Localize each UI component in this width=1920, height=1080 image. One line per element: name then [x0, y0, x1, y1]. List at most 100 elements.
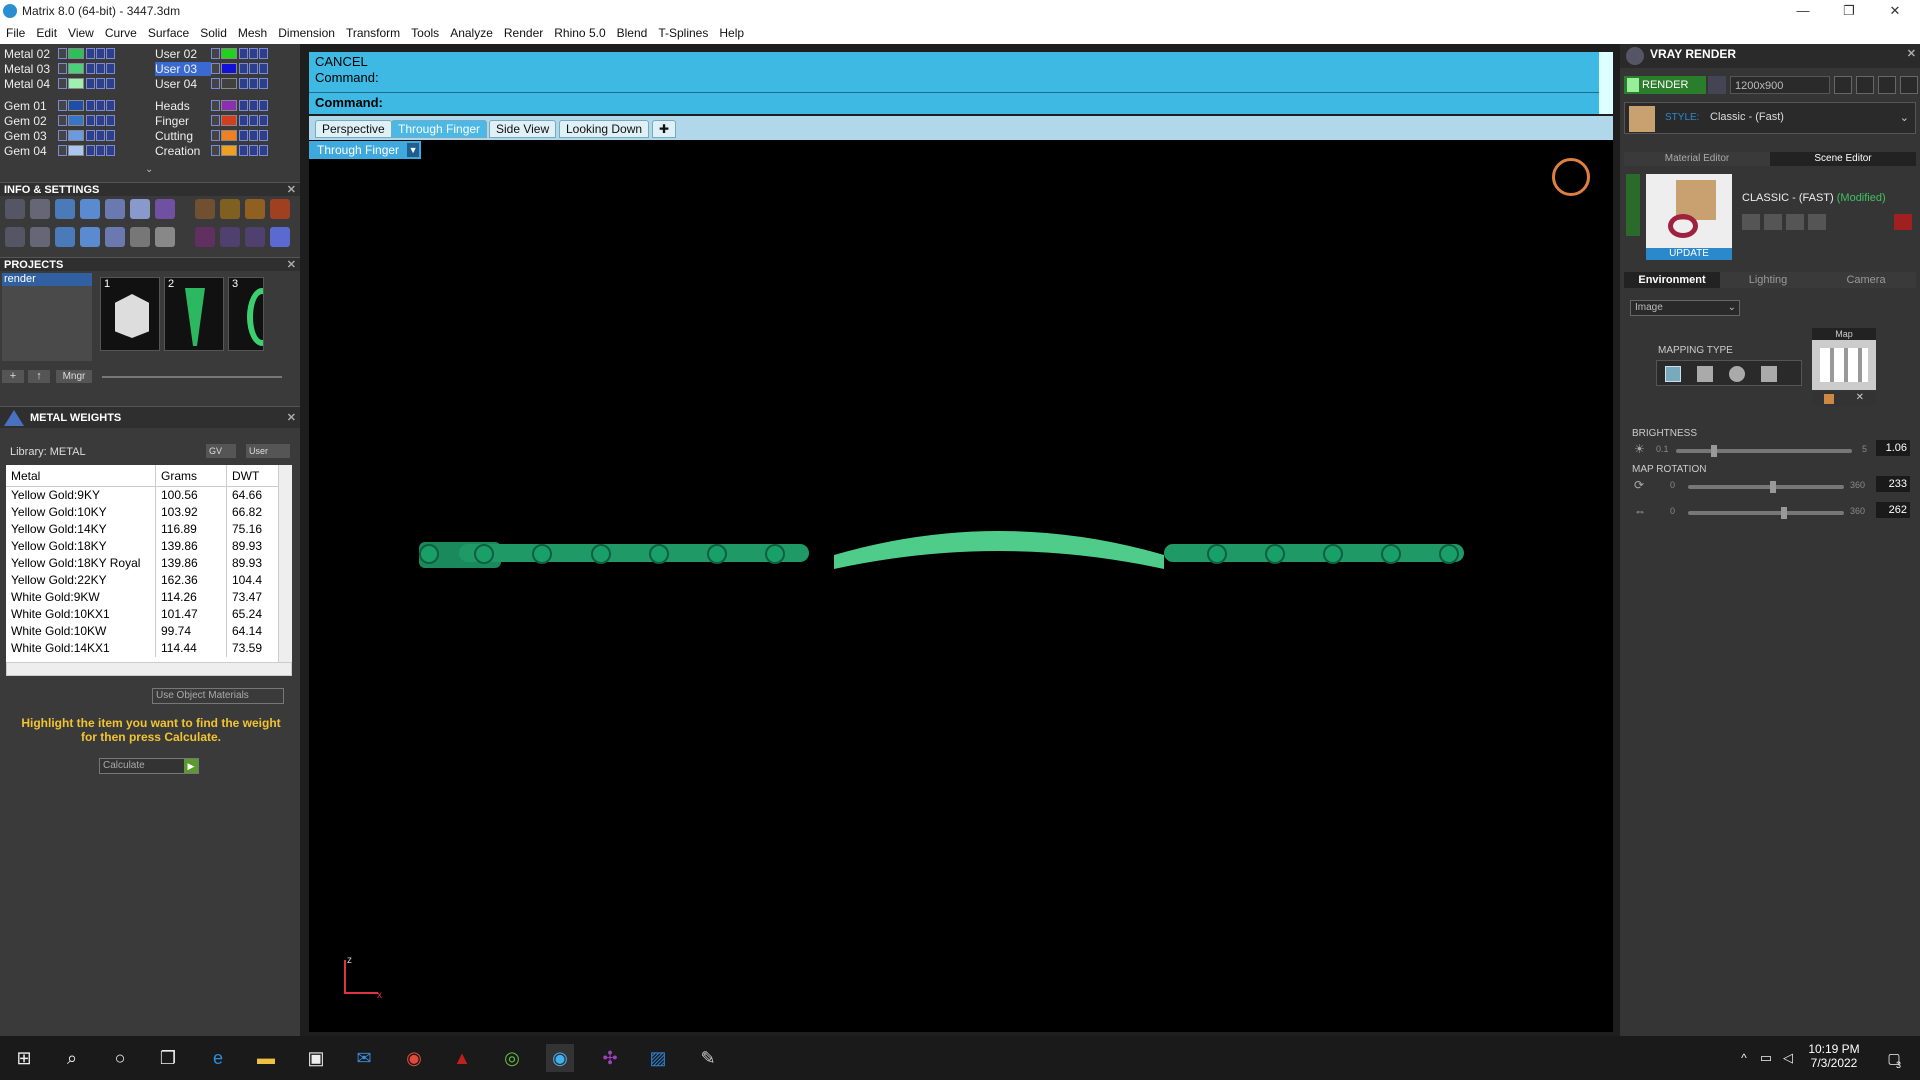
table-scrollbar[interactable] — [278, 465, 292, 662]
table-row[interactable]: Yellow Gold:18KY 139.86 89.93 — [6, 538, 292, 555]
lock-icon[interactable] — [239, 115, 248, 126]
use-object-materials-button[interactable]: Use Object Materials — [152, 688, 284, 704]
brightness-value[interactable]: 1.06 — [1876, 440, 1910, 456]
tab-environment[interactable]: Environment — [1624, 272, 1720, 288]
menu-file[interactable]: File — [6, 26, 25, 40]
chevron-right-icon[interactable] — [211, 145, 220, 156]
layer-color-swatch[interactable] — [68, 115, 84, 126]
layer-color-swatch[interactable] — [68, 48, 84, 59]
layer-toggle-icon[interactable] — [106, 63, 115, 74]
app-red-icon[interactable]: ▲ — [448, 1044, 476, 1072]
layer-color-swatch[interactable] — [221, 115, 237, 126]
layer-toggle-icon[interactable] — [259, 48, 268, 59]
layer-toggle-icon[interactable] — [106, 48, 115, 59]
gem-icon[interactable] — [155, 199, 175, 219]
store-icon[interactable]: ▣ — [302, 1044, 330, 1072]
layer-color-swatch[interactable] — [68, 100, 84, 111]
tab-scene-editor[interactable]: Scene Editor — [1770, 152, 1916, 166]
render-button[interactable]: RENDER — [1624, 76, 1706, 94]
viewport[interactable]: Through Finger ▼ z x — [309, 140, 1613, 1032]
eye-icon[interactable] — [1708, 76, 1726, 94]
lock-icon[interactable] — [86, 130, 95, 141]
table-row[interactable]: Yellow Gold:10KY 103.92 66.82 — [6, 504, 292, 521]
layer-row[interactable]: Gem 04 — [4, 143, 116, 158]
lock-icon[interactable] — [86, 63, 95, 74]
chevron-right-icon[interactable] — [58, 130, 67, 141]
visibility-icon[interactable] — [249, 145, 258, 156]
menu-view[interactable]: View — [68, 26, 94, 40]
layer-row[interactable]: Cutting — [155, 128, 269, 143]
col-metal[interactable]: Metal — [6, 465, 156, 486]
deform-icon[interactable] — [245, 227, 265, 247]
chevron-right-icon[interactable] — [211, 48, 220, 59]
project-item[interactable]: render — [2, 273, 92, 286]
chevron-right-icon[interactable] — [58, 100, 67, 111]
layer-toggle-icon[interactable] — [259, 63, 268, 74]
file-explorer-icon[interactable]: ▬ — [252, 1044, 280, 1072]
layer-row[interactable]: User 04 — [155, 76, 269, 91]
rotation-slider-2-handle[interactable] — [1781, 507, 1787, 519]
layer-row[interactable]: Metal 04 — [4, 76, 116, 91]
chevron-down-icon[interactable]: ▼ — [407, 143, 420, 157]
save-icon[interactable] — [1742, 214, 1760, 230]
edge-icon[interactable]: e — [204, 1044, 232, 1072]
tab-perspective[interactable]: Perspective — [315, 120, 392, 138]
layer-row[interactable]: Creation — [155, 143, 269, 158]
menu-mesh[interactable]: Mesh — [238, 26, 267, 40]
measure-icon[interactable] — [130, 227, 150, 247]
rotation-value-2[interactable]: 262 — [1876, 502, 1910, 518]
visibility-icon[interactable] — [249, 130, 258, 141]
menu-rhino[interactable]: Rhino 5.0 — [554, 26, 605, 40]
notifications-icon[interactable]: ▢ — [1880, 1044, 1908, 1072]
close-icon[interactable]: ✕ — [287, 407, 296, 429]
tab-lighting[interactable]: Lighting — [1720, 272, 1816, 288]
visibility-icon[interactable] — [96, 115, 105, 126]
layer-color-swatch[interactable] — [221, 100, 237, 111]
menu-render[interactable]: Render — [504, 26, 543, 40]
chevron-right-icon[interactable] — [58, 145, 67, 156]
visibility-icon[interactable] — [96, 78, 105, 89]
tab-through-finger[interactable]: Through Finger — [391, 120, 488, 138]
layer-row[interactable]: Gem 01 — [4, 98, 116, 113]
search-icon[interactable]: ⌕ — [58, 1044, 86, 1072]
layer-color-swatch[interactable] — [68, 78, 84, 89]
layer-row[interactable]: User 03 — [155, 61, 269, 76]
settings-icon[interactable] — [5, 199, 25, 219]
ruler-icon[interactable] — [270, 199, 290, 219]
snap-icon[interactable] — [220, 199, 240, 219]
add-icon[interactable]: + — [2, 370, 24, 383]
layer-color-swatch[interactable] — [221, 48, 237, 59]
layer-row[interactable]: Metal 02 — [4, 46, 116, 61]
remove-preset-icon[interactable] — [1808, 214, 1826, 230]
chevron-right-icon[interactable] — [211, 100, 220, 111]
layer-toggle-icon[interactable] — [106, 130, 115, 141]
layer-toggle-icon[interactable] — [106, 145, 115, 156]
cylinder-icon[interactable] — [105, 199, 125, 219]
visibility-icon[interactable] — [96, 63, 105, 74]
brightness-slider-handle[interactable] — [1711, 445, 1718, 457]
save-as-icon[interactable] — [1764, 214, 1782, 230]
layer-toggle-icon[interactable] — [259, 78, 268, 89]
visibility-icon[interactable] — [96, 100, 105, 111]
col-dwt[interactable]: DWT — [227, 465, 277, 486]
chevron-right-icon[interactable] — [211, 63, 220, 74]
visibility-icon[interactable] — [249, 78, 258, 89]
grid-icon[interactable] — [1900, 76, 1918, 94]
app-purple-icon[interactable]: ✣ — [596, 1044, 624, 1072]
table-icon[interactable] — [155, 227, 175, 247]
window-icon[interactable] — [30, 227, 50, 247]
lock-icon[interactable] — [86, 78, 95, 89]
add-preset-icon[interactable] — [1786, 214, 1804, 230]
rewind-icon[interactable] — [1834, 76, 1852, 94]
chevron-right-icon[interactable] — [211, 130, 220, 141]
chevron-right-icon[interactable] — [211, 115, 220, 126]
maximize-button[interactable]: ❐ — [1826, 0, 1872, 22]
visibility-icon[interactable] — [96, 130, 105, 141]
close-icon[interactable]: ✕ — [1907, 44, 1916, 64]
layer-toggle-icon[interactable] — [259, 145, 268, 156]
table-row[interactable]: Yellow Gold:9KY 100.56 64.66 — [6, 487, 292, 504]
command-input[interactable]: Command: — [309, 92, 1599, 112]
command-scrollbar[interactable] — [1599, 52, 1613, 114]
calculate-button[interactable]: Calculate ▶ — [99, 758, 199, 774]
cube-icon[interactable] — [55, 227, 75, 247]
